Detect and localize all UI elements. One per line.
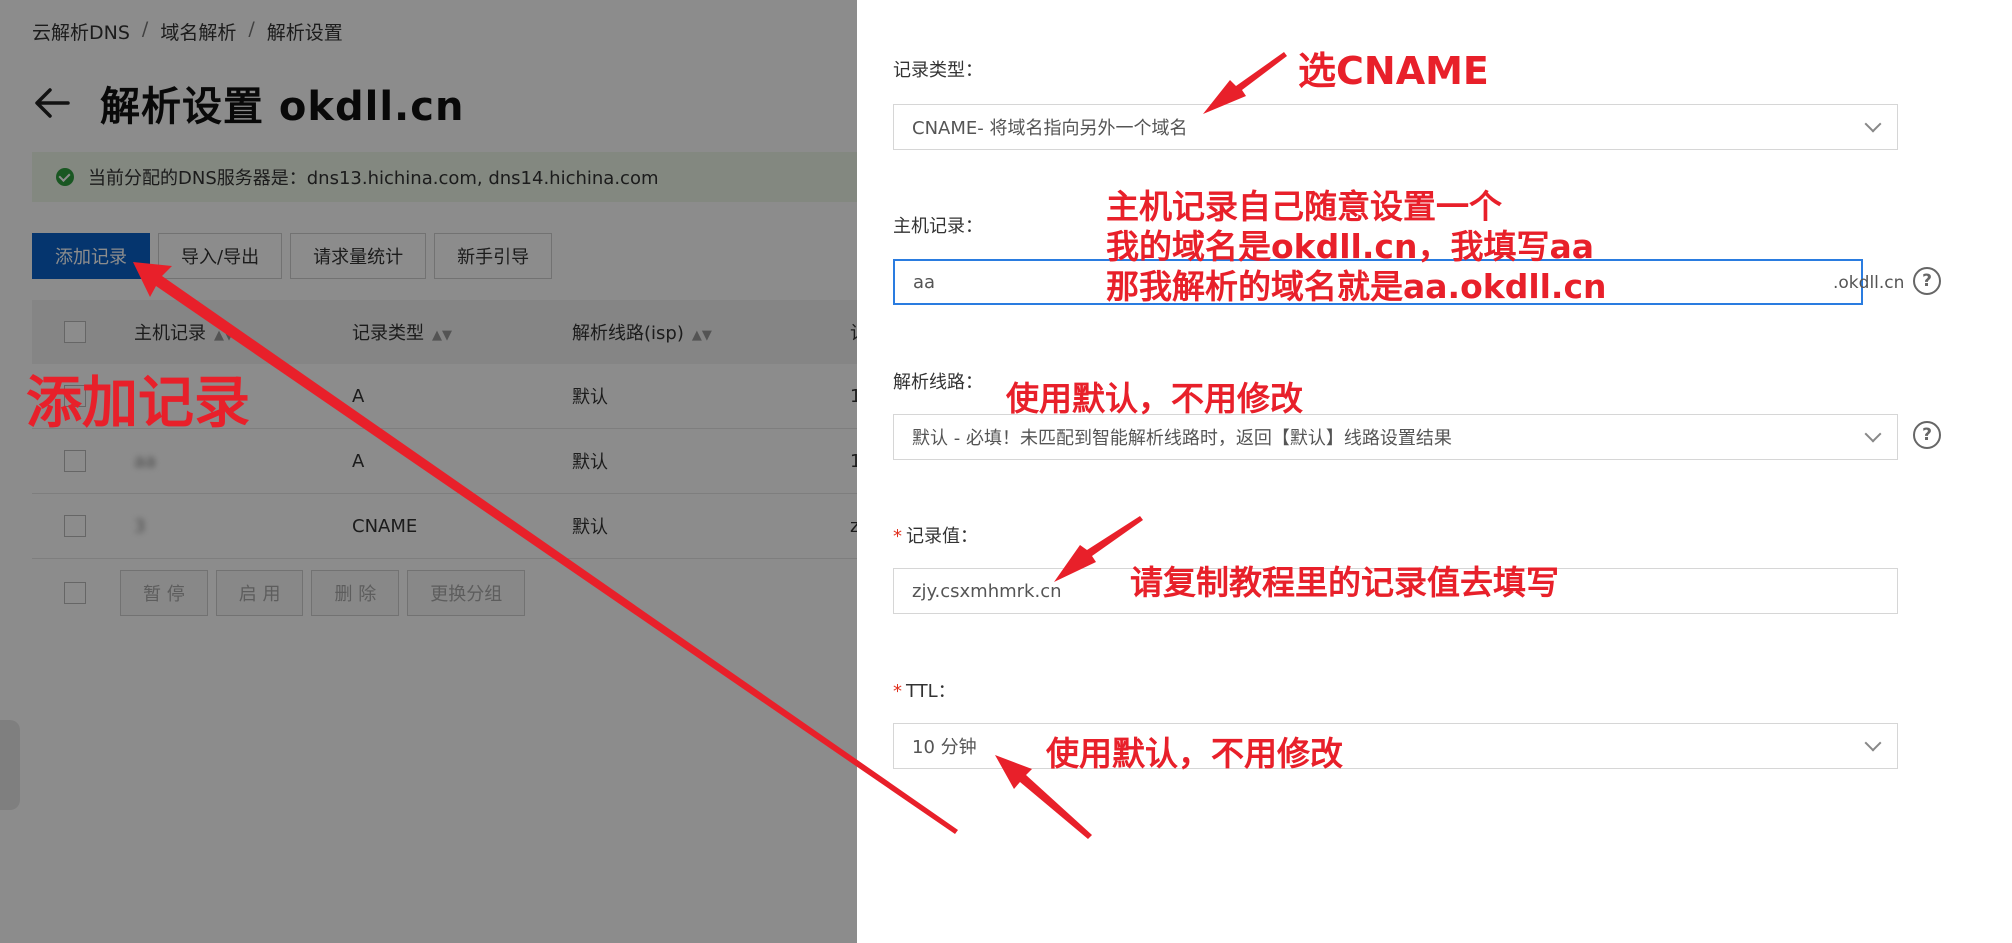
annotation-copy-value: 请复制教程里的记录值去填写 xyxy=(1130,563,1559,602)
record-value-text: zjy.csxmhmrk.cn xyxy=(912,580,1062,602)
required-mark: * xyxy=(893,526,902,547)
annotation-host-line3: 那我解析的域名就是aa.okdll.cn xyxy=(1106,267,1607,306)
domain-suffix: .okdll.cn xyxy=(1833,273,1905,293)
chevron-down-icon xyxy=(1864,425,1882,443)
annotation-add-record: 添加记录 xyxy=(26,371,250,436)
record-type-select[interactable]: CNAME- 将域名指向另外一个域名 xyxy=(893,104,1898,150)
modal-overlay[interactable] xyxy=(0,0,857,943)
line-value: 默认 - 必填！未匹配到智能解析线路时，返回【默认】线路设置结果 xyxy=(912,428,1452,449)
line-label: 解析线路： xyxy=(893,372,983,393)
chevron-down-icon xyxy=(1864,734,1882,752)
add-record-drawer: 记录类型： CNAME- 将域名指向另外一个域名 主机记录： aa .okdll… xyxy=(857,0,2012,943)
required-mark: * xyxy=(893,681,902,702)
help-icon[interactable]: ? xyxy=(1913,267,1941,295)
record-type-value: CNAME- 将域名指向另外一个域名 xyxy=(912,118,1188,139)
record-type-label: 记录类型： xyxy=(893,60,983,81)
help-icon[interactable]: ? xyxy=(1913,421,1941,449)
ttl-select[interactable]: 10 分钟 xyxy=(893,723,1898,769)
host-label: 主机记录： xyxy=(893,216,983,237)
record-value-label: * 记录值： xyxy=(893,526,978,547)
host-input-value: aa xyxy=(913,271,936,293)
chevron-down-icon xyxy=(1864,115,1882,133)
ttl-value: 10 分钟 xyxy=(912,737,977,758)
line-select[interactable]: 默认 - 必填！未匹配到智能解析线路时，返回【默认】线路设置结果 xyxy=(893,414,1898,460)
annotation-ttl-default: 使用默认，不用修改 xyxy=(1046,734,1343,773)
annotation-line-default: 使用默认，不用修改 xyxy=(1006,379,1303,418)
ttl-label: * TTL： xyxy=(893,681,956,702)
annotation-select-cname: 选CNAME xyxy=(1298,49,1489,93)
